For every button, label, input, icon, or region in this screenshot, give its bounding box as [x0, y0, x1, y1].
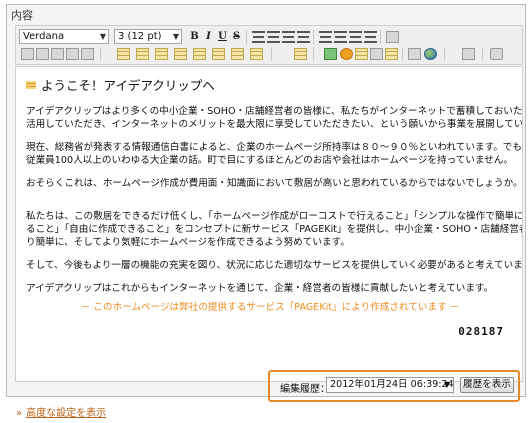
toolbar-divider	[100, 47, 101, 61]
table-column-icon[interactable]	[155, 48, 168, 60]
table-split-icon[interactable]	[212, 48, 225, 60]
input-field-icon[interactable]	[370, 48, 383, 60]
font-size-select[interactable]: 3 (12 pt) ▼	[114, 29, 182, 44]
media-icon[interactable]	[340, 48, 353, 60]
toolbar-divider	[444, 47, 445, 61]
paragraph-line: アイデアクリップはより多くの中小企業・SOHO・店舗経営者の皆様に、私たちがイン…	[26, 106, 523, 117]
form-icon[interactable]	[355, 48, 368, 60]
chevron-down-icon: ▼	[443, 380, 450, 389]
table-properties-icon[interactable]	[250, 48, 263, 60]
heading-icon	[26, 81, 36, 89]
paragraph-line: おそらくこれは、ホームページ作成が費用面・知識面において敷居が高いと思われている…	[26, 178, 523, 189]
copy-icon[interactable]	[36, 48, 49, 60]
content-field-label: 内容	[11, 9, 33, 22]
table-row-icon[interactable]	[136, 48, 149, 60]
chevron-down-icon: ▼	[99, 32, 106, 41]
numbered-list-icon[interactable]	[334, 31, 347, 43]
font-family-select[interactable]: Verdana ▼	[19, 29, 109, 44]
italic-button[interactable]: I	[202, 30, 215, 43]
edit-history-panel: 編集履歴： 2012年01月24日 06:39:24 ▼ 履歴を表示	[268, 370, 520, 402]
table-delete-icon[interactable]	[231, 48, 244, 60]
font-size-value: 3 (12 pt)	[118, 31, 162, 42]
table-icon[interactable]	[117, 48, 130, 60]
chevron-down-icon: ▼	[172, 32, 179, 41]
layer-icon[interactable]	[294, 48, 307, 60]
toolbar-divider	[313, 47, 314, 61]
text-direction-icon[interactable]	[386, 31, 399, 43]
table-merge-icon[interactable]	[193, 48, 206, 60]
align-justify-icon[interactable]	[297, 31, 310, 43]
eraser-icon[interactable]	[490, 48, 503, 60]
outdent-icon[interactable]	[349, 31, 362, 43]
folder-icon[interactable]	[385, 48, 398, 60]
align-right-icon[interactable]	[282, 31, 295, 43]
toolbar-divider	[246, 30, 247, 44]
show-advanced-settings-link[interactable]: » 高度な設定を表示	[16, 404, 106, 419]
image-icon[interactable]	[324, 48, 337, 60]
footer-note: － このホームページは弊社の提供するサービス「PAGEKit」により作成されてい…	[80, 302, 460, 313]
site-code: 028187	[458, 325, 504, 338]
advanced-link-text: 高度な設定を表示	[26, 408, 107, 419]
anchor-icon[interactable]	[408, 48, 421, 60]
paragraph-line: アイデアクリップはこれからもインターネットを通じて、企業・経営者の皆様に貢献した…	[26, 283, 494, 294]
editor-heading-text: ようこそ！アイデアクリップへ	[41, 78, 215, 93]
underline-button[interactable]: U	[216, 30, 229, 43]
bullet-list-icon[interactable]	[319, 31, 332, 43]
show-history-button[interactable]: 履歴を表示	[460, 377, 514, 393]
link-globe-icon[interactable]	[424, 48, 437, 60]
align-left-icon[interactable]	[252, 31, 265, 43]
editor-heading: ようこそ！アイデアクリップへ	[26, 75, 215, 94]
strikethrough-button[interactable]: S	[230, 30, 243, 43]
toolbar-divider	[380, 30, 381, 44]
paragraph-line: ること」「自由に作成できること」をコンセプトに新サービス「PAGEKit」を提供…	[26, 224, 523, 235]
paragraph-line: り簡単に、そしてより気軽にホームページを作成できるよう努めています。	[26, 237, 350, 248]
toolbar-divider	[402, 47, 403, 61]
paragraph-line: 私たちは、この敷居をできるだけ低くし、「ホームページ作成がローコストで行えること…	[26, 211, 523, 222]
font-family-value: Verdana	[23, 31, 65, 42]
double-chevron-right-icon: »	[16, 408, 23, 419]
content-field-frame: 内容 Verdana ▼ 3 (12 pt) ▼ B I U S ようこそ！アイ…	[6, 4, 526, 397]
rich-text-editor-area[interactable]: ようこそ！アイデアクリップへ アイデアクリップはより多くの中小企業・SOHO・店…	[15, 66, 523, 382]
paragraph-line: 現在、総務省が発表する情報通信白書によると、企業のホームページ所持率は８０〜９０…	[26, 142, 523, 153]
paste-icon[interactable]	[51, 48, 64, 60]
paste-word-icon[interactable]	[81, 48, 94, 60]
table-cell-icon[interactable]	[174, 48, 187, 60]
paragraph-line: そして、今後もより一層の機能の充実を図り、状況に応じた適切なサービスを提供してい…	[26, 260, 523, 271]
html-source-icon[interactable]	[462, 48, 475, 60]
edit-history-select[interactable]: 2012年01月24日 06:39:24 ▼	[326, 377, 454, 393]
paragraph-line: 従業員100人以上のいわゆる大企業の話。町で目にするほとんどのお店や会社はホーム…	[26, 155, 513, 166]
edit-history-label: 編集履歴：	[280, 384, 330, 395]
edit-history-value: 2012年01月24日 06:39:24	[330, 379, 454, 390]
bold-button[interactable]: B	[188, 30, 201, 43]
editor-toolbar: Verdana ▼ 3 (12 pt) ▼ B I U S	[15, 25, 523, 65]
paragraph-line: 活用していただき、インターネットのメリットを最大限に享受していただきたい、という…	[26, 119, 523, 130]
toolbar-divider	[271, 47, 272, 61]
indent-icon[interactable]	[364, 31, 377, 43]
cut-icon[interactable]	[21, 48, 34, 60]
paste-text-icon[interactable]	[66, 48, 79, 60]
toolbar-divider	[313, 30, 314, 44]
align-center-icon[interactable]	[267, 31, 280, 43]
toolbar-divider	[482, 47, 483, 61]
